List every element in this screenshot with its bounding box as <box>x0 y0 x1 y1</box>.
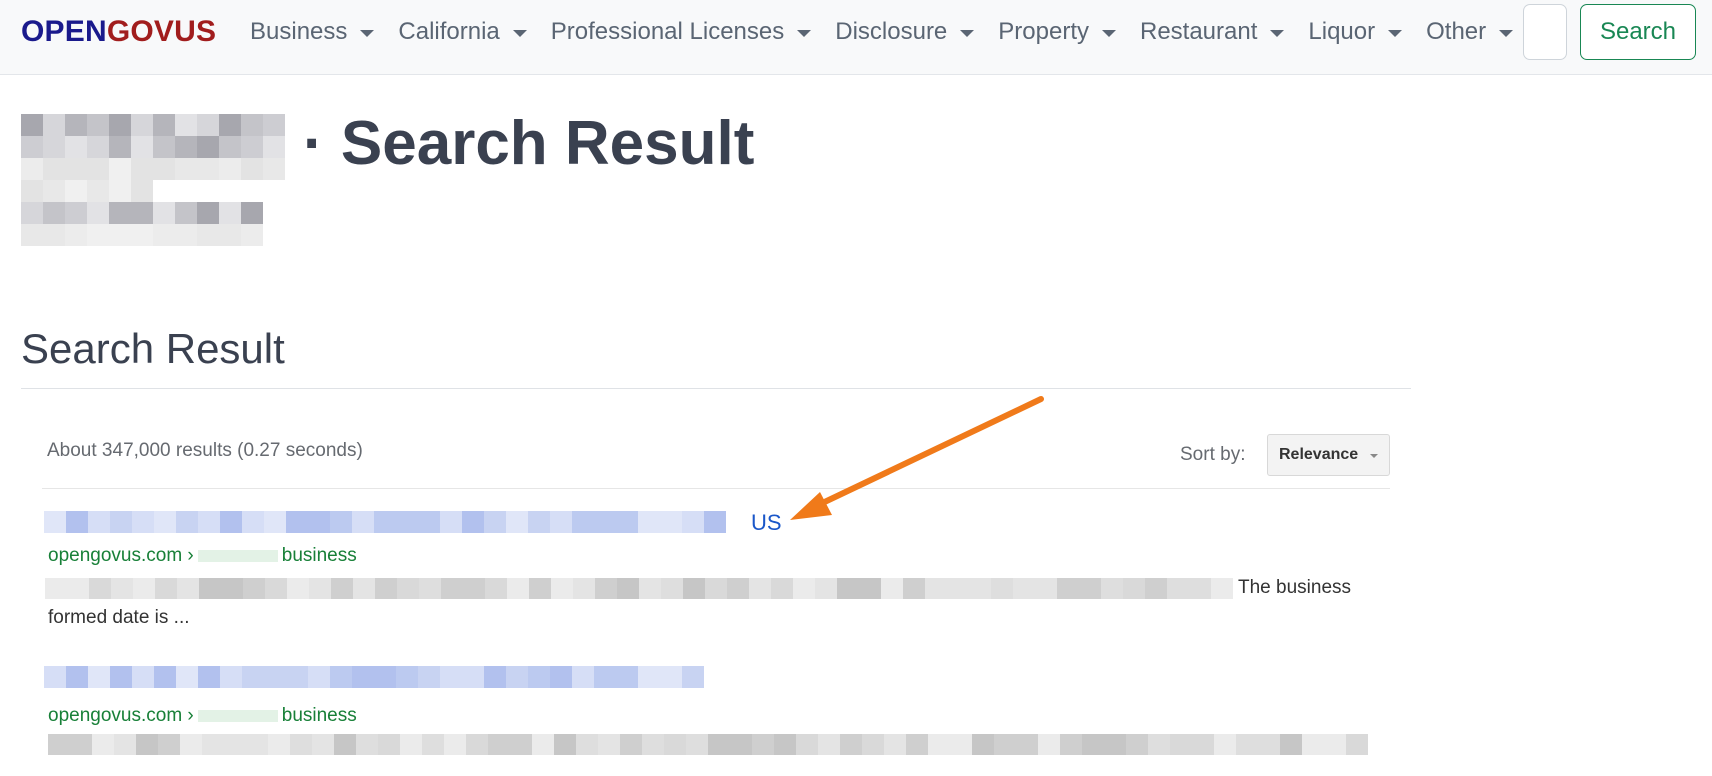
redacted-snippet <box>48 734 1368 755</box>
sort-select[interactable]: Relevance <box>1267 434 1390 476</box>
sort-select-value: Relevance <box>1279 446 1359 463</box>
results-divider <box>42 488 1390 489</box>
redacted-title-block <box>21 114 285 246</box>
caret-down-icon <box>1388 29 1403 37</box>
section-divider <box>21 388 1411 389</box>
top-navbar: OPENGOVUS Business California Profession… <box>0 0 1712 75</box>
caret-down-icon <box>512 29 527 37</box>
nav-item-other[interactable]: Other <box>1426 18 1514 46</box>
nav-item-label: Restaurant <box>1139 18 1258 45</box>
redacted-result-title[interactable] <box>44 511 726 533</box>
arrow-shaft <box>809 396 1044 511</box>
nav-item-label: California <box>398 18 500 45</box>
nav-item-california[interactable]: California <box>398 18 527 46</box>
nav-item-disclosure[interactable]: Disclosure <box>835 18 975 46</box>
caret-down-icon <box>797 29 812 37</box>
search-button[interactable]: Search <box>1580 4 1696 60</box>
nav-item-business[interactable]: Business <box>250 18 375 46</box>
nav-item-label: Business <box>250 18 348 45</box>
nav-menu: Business California Professional License… <box>250 0 1537 64</box>
arrow-head <box>790 492 832 520</box>
result-url-domain: opengovus.com › <box>48 705 194 726</box>
brand-part-govus: GOVUS <box>106 15 217 48</box>
result-url-domain: opengovus.com › <box>48 545 194 566</box>
redacted-url-segment <box>197 549 278 562</box>
nav-item-label: Disclosure <box>835 18 948 45</box>
nav-item-label: Professional Licenses <box>550 18 785 45</box>
redacted-result-title[interactable] <box>44 666 704 688</box>
caret-down-icon <box>1370 454 1378 458</box>
page-title: · Search Result <box>303 109 755 178</box>
sort-label: Sort by: <box>1180 444 1246 465</box>
brand-part-open: OPEN <box>21 15 107 48</box>
result-stats: About 347,000 results (0.27 seconds) <box>47 440 363 461</box>
section-heading: Search Result <box>21 325 285 372</box>
result-snippet: The business <box>1238 577 1352 598</box>
nav-item-restaurant[interactable]: Restaurant <box>1139 18 1285 46</box>
result-url-path: business <box>281 705 357 726</box>
result-snippet-line2: formed date is ... <box>48 607 190 628</box>
nav-item-professional-licenses[interactable]: Professional Licenses <box>550 18 812 46</box>
caret-down-icon <box>1101 29 1116 37</box>
caret-down-icon <box>960 29 975 37</box>
result-url[interactable]: opengovus.com › business <box>48 705 357 727</box>
nav-item-label: Property <box>998 18 1089 45</box>
redacted-url-segment <box>197 709 278 722</box>
caret-down-icon <box>1499 29 1514 37</box>
result-title-link[interactable]: US <box>751 510 782 536</box>
redacted-snippet <box>45 578 1233 599</box>
nav-item-property[interactable]: Property <box>998 18 1116 46</box>
nav-item-label: Liquor <box>1308 18 1376 45</box>
search-input[interactable] <box>1523 4 1567 60</box>
result-url-path: business <box>281 545 357 566</box>
caret-down-icon <box>1270 29 1285 37</box>
result-url[interactable]: opengovus.com › business <box>48 545 357 567</box>
nav-item-label: Other <box>1426 18 1487 45</box>
brand-logo[interactable]: OPENGOVUS <box>21 15 216 49</box>
caret-down-icon <box>360 29 375 37</box>
nav-item-liquor[interactable]: Liquor <box>1308 18 1403 46</box>
